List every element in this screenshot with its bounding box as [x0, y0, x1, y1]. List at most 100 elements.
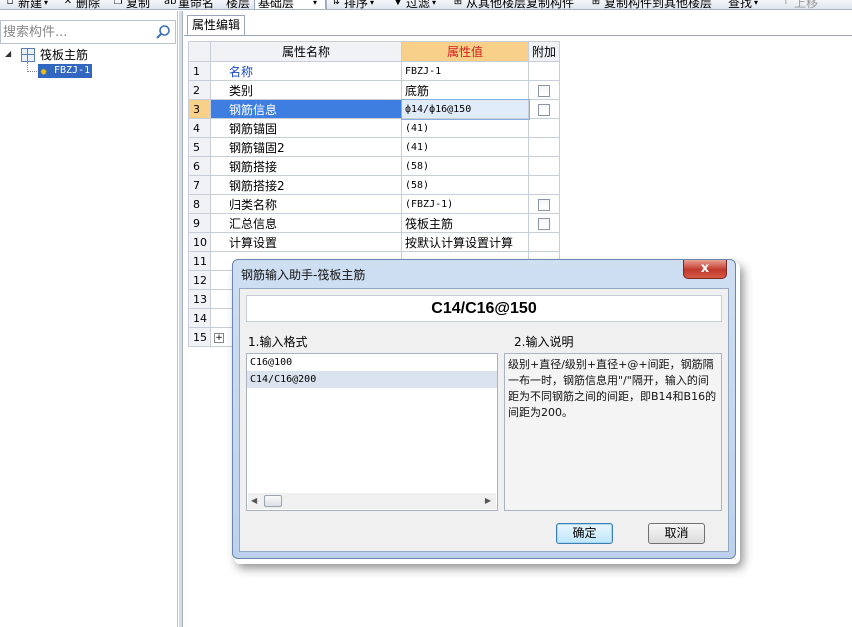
property-value[interactable]: FBZJ-1: [401, 61, 529, 81]
rename-button[interactable]: ab 重命名: [164, 0, 214, 9]
list-item[interactable]: C16@100: [247, 354, 497, 371]
description-text: 级别+直径/级别+直径+@+间距，钢筋隔一布一时，钢筋信息用"/"隔开，输入的间…: [504, 353, 722, 511]
description-section-label: 2.输入说明: [514, 335, 574, 349]
tree-node-fbzj-1[interactable]: ✹ FBZJ-1: [38, 64, 93, 78]
add-cell: [527, 213, 561, 233]
add-cell: [527, 118, 561, 138]
property-value[interactable]: (41): [401, 118, 529, 138]
property-name[interactable]: 钢筋锚固: [210, 118, 402, 138]
component-gear-icon: ✹: [40, 64, 48, 78]
copy-icon: ❐: [113, 0, 123, 7]
scroll-right-icon[interactable]: ▶: [485, 496, 491, 505]
toolbar: ▫ 新建 ▾ ✕ 删除 ❐ 复制 ab 重命名 楼层 基础层 ▾ ⇅ 排序 ▾ ▼ 过滤 ▾ ⊞ 从…: [0, 0, 852, 10]
property-value[interactable]: 底筋: [401, 80, 529, 100]
property-value[interactable]: 按默认计算设置计算: [401, 232, 529, 252]
property-value[interactable]: (FBZJ-1): [401, 194, 529, 214]
value-column-header[interactable]: 属性值: [401, 41, 529, 62]
delete-button[interactable]: ✕ 删除: [62, 0, 100, 9]
attach-checkbox[interactable]: [538, 198, 550, 211]
format-section-label: 1.输入格式: [248, 335, 308, 349]
property-name[interactable]: 钢筋信息: [210, 99, 402, 119]
property-value[interactable]: (58): [401, 175, 529, 195]
delete-icon: ✕: [63, 0, 73, 7]
add-cell: [527, 99, 561, 119]
tree-child-label: FBZJ-1: [54, 65, 91, 76]
copy-to-floor-icon: ⊞: [591, 0, 601, 7]
tab-divider: [184, 35, 852, 36]
add-column-header[interactable]: 附加: [527, 41, 561, 62]
expand-plus-icon[interactable]: +: [214, 332, 224, 343]
filter-icon: ▼: [394, 0, 402, 7]
property-name[interactable]: 钢筋搭接2: [210, 175, 402, 195]
scroll-thumb[interactable]: [264, 495, 282, 507]
dialog-title: 钢筋输入助手-筏板主筋: [241, 268, 366, 282]
tab-property-edit[interactable]: 属性编辑: [187, 15, 245, 35]
property-value[interactable]: (58): [401, 156, 529, 176]
scroll-left-icon[interactable]: ◀: [251, 496, 257, 505]
property-value-input[interactable]: ф14/ф16@150: [400, 98, 530, 120]
table-row[interactable]: 9 汇总信息 筏板主筋: [188, 213, 561, 233]
property-name[interactable]: 名称: [210, 61, 402, 81]
search-icon[interactable]: [155, 24, 171, 40]
cancel-button[interactable]: 取消: [648, 523, 705, 544]
collapse-triangle-icon[interactable]: ◢: [5, 50, 13, 58]
property-name[interactable]: 钢筋搭接: [210, 156, 402, 176]
table-row[interactable]: 7 钢筋搭接2 (58): [188, 175, 561, 195]
sort-button[interactable]: ⇅ 排序 ▾: [330, 0, 374, 9]
format-list: C16@100 C14/C16@200 ◀ ▶: [246, 353, 498, 511]
new-button[interactable]: ▫ 新建 ▾: [4, 0, 48, 9]
property-name[interactable]: 钢筋锚固2: [210, 137, 402, 157]
list-item-selected[interactable]: C14/C16@200: [247, 371, 497, 388]
floor-label: 楼层: [226, 0, 251, 10]
property-value[interactable]: 筏板主筋: [401, 213, 529, 233]
table-row[interactable]: 10 计算设置 按默认计算设置计算: [188, 232, 561, 252]
property-name[interactable]: 汇总信息: [210, 213, 402, 233]
tree-node-root[interactable]: ◢ 筏板主筋: [0, 47, 176, 63]
property-value[interactable]: (41): [401, 137, 529, 157]
table-row[interactable]: 4 钢筋锚固 (41): [188, 118, 561, 138]
move-up-button[interactable]: ↑ 上移: [780, 0, 818, 9]
close-button[interactable]: x: [683, 260, 727, 279]
row-number: 1: [188, 61, 211, 81]
row-number: 10: [188, 232, 211, 252]
filter-button[interactable]: ▼ 过滤 ▾: [392, 0, 436, 9]
row-number: 7: [188, 175, 211, 195]
search-input[interactable]: [3, 24, 151, 40]
name-column-header[interactable]: 属性名称: [210, 41, 402, 62]
row-number: 12: [188, 270, 211, 290]
add-cell: [527, 61, 561, 81]
add-cell: [527, 194, 561, 214]
copy-to-floor-button[interactable]: ⊞ 复制构件到其他楼层: [590, 0, 712, 9]
table-row-selected[interactable]: 3 钢筋信息 ф14/ф16@150: [188, 98, 561, 120]
table-row[interactable]: 1 名称 FBZJ-1: [188, 61, 561, 81]
add-cell: [527, 80, 561, 100]
search-box: [0, 20, 176, 44]
table-row[interactable]: 5 钢筋锚固2 (41): [188, 137, 561, 157]
ok-button[interactable]: 确定: [556, 523, 613, 544]
component-tree: ◢ 筏板主筋 ✹ FBZJ-1: [0, 47, 176, 78]
table-row[interactable]: 8 归类名称 (FBZJ-1): [188, 194, 561, 214]
row-number: 3: [188, 99, 211, 119]
attach-checkbox[interactable]: [538, 103, 550, 116]
row-number: 4: [188, 118, 211, 138]
formula-input[interactable]: C14/C16@150: [246, 295, 722, 322]
attach-checkbox[interactable]: [538, 84, 550, 97]
row-number: 15: [188, 327, 211, 347]
table-row[interactable]: 6 钢筋搭接 (58): [188, 156, 561, 176]
find-button[interactable]: 查找 ▾: [728, 0, 758, 9]
horizontal-scrollbar[interactable]: ◀ ▶: [248, 493, 496, 509]
property-name[interactable]: 类别: [210, 80, 402, 100]
attach-checkbox[interactable]: [538, 217, 550, 230]
copy-button[interactable]: ❐ 复制: [112, 0, 151, 9]
copy-from-floor-button[interactable]: ⊞ 从其他楼层复制构件: [452, 0, 574, 9]
floor-dropdown-arrow[interactable]: ▾: [313, 0, 318, 9]
property-name[interactable]: 计算设置: [210, 232, 402, 252]
header-row: 属性名称 属性值 附加: [188, 41, 561, 62]
property-name[interactable]: 归类名称: [210, 194, 402, 214]
add-cell: [527, 175, 561, 195]
tree-connector: [27, 71, 37, 72]
chevron-down-icon: ▾: [313, 0, 318, 7]
panel-splitter[interactable]: [179, 11, 183, 627]
row-number: 14: [188, 308, 211, 328]
table-row[interactable]: 2 类别 底筋: [188, 80, 561, 100]
